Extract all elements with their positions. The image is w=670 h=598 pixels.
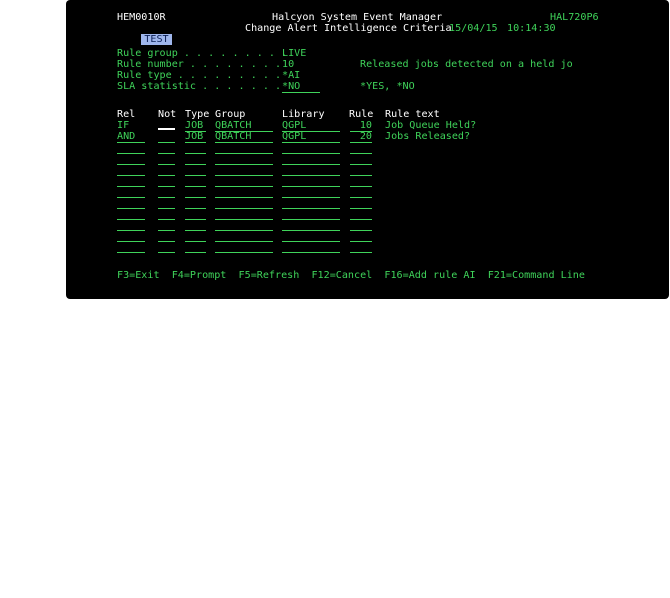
terminal-screen: HEM0010R Halcyon System Event Manager HA…: [66, 0, 669, 299]
row2-rule[interactable]: 20: [350, 131, 372, 143]
rule-group-value: LIVE: [282, 48, 307, 59]
empty-group-field[interactable]: [215, 230, 273, 231]
empty-library-field[interactable]: [282, 208, 340, 209]
empty-not-field[interactable]: [158, 186, 175, 187]
rule-number-value: 10: [282, 59, 295, 70]
date: 15/04/15: [449, 23, 498, 34]
empty-library-field[interactable]: [282, 230, 340, 231]
col-header-rule: Rule: [349, 109, 374, 120]
empty-rel-field[interactable]: [117, 219, 145, 220]
empty-library-field[interactable]: [282, 175, 340, 176]
empty-type-field[interactable]: [185, 153, 206, 154]
rule-number-label: Rule number . . . . . . . .: [117, 59, 282, 70]
row2-rel[interactable]: AND: [117, 131, 145, 143]
empty-not-field[interactable]: [158, 175, 175, 176]
empty-type-field[interactable]: [185, 197, 206, 198]
empty-rel-field[interactable]: [117, 153, 145, 154]
empty-group-field[interactable]: [215, 197, 273, 198]
col-header-rel: Rel: [117, 109, 136, 120]
empty-rule-field[interactable]: [350, 241, 372, 242]
empty-type-field[interactable]: [185, 175, 206, 176]
empty-rule-field[interactable]: [350, 252, 372, 253]
system-name: HAL720P6: [550, 12, 599, 23]
row2-not[interactable]: [158, 131, 175, 143]
empty-not-field[interactable]: [158, 164, 175, 165]
empty-rule-field[interactable]: [350, 208, 372, 209]
col-header-not: Not: [158, 109, 177, 120]
rule-description: Released jobs detected on a held jo: [360, 59, 573, 70]
rule-type-label: Rule type . . . . . . . . .: [117, 70, 282, 81]
empty-type-field[interactable]: [185, 186, 206, 187]
empty-library-field[interactable]: [282, 197, 340, 198]
empty-rule-field[interactable]: [350, 164, 372, 165]
row2-library[interactable]: QGPL: [282, 131, 340, 143]
empty-not-field[interactable]: [158, 230, 175, 231]
rule-group-label: Rule group . . . . . . . . .: [117, 48, 288, 59]
empty-group-field[interactable]: [215, 241, 273, 242]
empty-rule-field[interactable]: [350, 197, 372, 198]
empty-type-field[interactable]: [185, 164, 206, 165]
empty-rule-field[interactable]: [350, 186, 372, 187]
col-header-library: Library: [282, 109, 325, 120]
empty-library-field[interactable]: [282, 186, 340, 187]
empty-rel-field[interactable]: [117, 186, 145, 187]
empty-rule-field[interactable]: [350, 153, 372, 154]
empty-rule-field[interactable]: [350, 219, 372, 220]
env-badge-label: TEST: [141, 34, 172, 45]
empty-rel-field[interactable]: [117, 241, 145, 242]
function-keys: F3=Exit F4=Prompt F5=Refresh F12=Cancel …: [117, 270, 585, 281]
empty-group-field[interactable]: [215, 186, 273, 187]
app-title: Halcyon System Event Manager: [272, 12, 443, 23]
empty-rel-field[interactable]: [117, 197, 145, 198]
empty-not-field[interactable]: [158, 153, 175, 154]
empty-library-field[interactable]: [282, 241, 340, 242]
empty-not-field[interactable]: [158, 241, 175, 242]
col-header-rule-text: Rule text: [385, 109, 440, 120]
env-badge: TEST: [117, 23, 172, 45]
empty-type-field[interactable]: [185, 219, 206, 220]
empty-library-field[interactable]: [282, 153, 340, 154]
program-name: HEM0010R: [117, 12, 166, 23]
empty-rel-field[interactable]: [117, 208, 145, 209]
row2-group[interactable]: QBATCH: [215, 131, 273, 143]
empty-not-field[interactable]: [158, 197, 175, 198]
row1-rule-text: Job Queue Held?: [385, 120, 477, 131]
col-header-type: Type: [185, 109, 210, 120]
empty-group-field[interactable]: [215, 208, 273, 209]
empty-library-field[interactable]: [282, 219, 340, 220]
empty-library-field[interactable]: [282, 164, 340, 165]
empty-rel-field[interactable]: [117, 164, 145, 165]
empty-rule-field[interactable]: [350, 175, 372, 176]
empty-rel-field[interactable]: [117, 175, 145, 176]
empty-not-field[interactable]: [158, 252, 175, 253]
cursor: [158, 128, 175, 130]
row2-rule-text: Jobs Released?: [385, 131, 471, 142]
time: 10:14:30: [507, 23, 556, 34]
empty-not-field[interactable]: [158, 219, 175, 220]
empty-not-field[interactable]: [158, 208, 175, 209]
screen-title: Change Alert Intelligence Criteria: [245, 23, 452, 34]
empty-rule-field[interactable]: [350, 230, 372, 231]
empty-rel-field[interactable]: [117, 230, 145, 231]
empty-rel-field[interactable]: [117, 252, 145, 253]
row2-type[interactable]: JOB: [185, 131, 206, 143]
empty-group-field[interactable]: [215, 252, 273, 253]
rule-type-value: *AI: [282, 70, 301, 81]
empty-group-field[interactable]: [215, 219, 273, 220]
empty-type-field[interactable]: [185, 230, 206, 231]
row1-rel[interactable]: IF: [117, 120, 129, 131]
empty-type-field[interactable]: [185, 252, 206, 253]
empty-type-field[interactable]: [185, 208, 206, 209]
empty-group-field[interactable]: [215, 164, 273, 165]
empty-type-field[interactable]: [185, 241, 206, 242]
empty-group-field[interactable]: [215, 153, 273, 154]
sla-statistic-input[interactable]: *NO: [282, 81, 320, 93]
empty-library-field[interactable]: [282, 252, 340, 253]
sla-statistic-hint: *YES, *NO: [360, 81, 415, 92]
col-header-group: Group: [215, 109, 246, 120]
empty-group-field[interactable]: [215, 175, 273, 176]
sla-statistic-label: SLA statistic . . . . . . .: [117, 81, 282, 92]
